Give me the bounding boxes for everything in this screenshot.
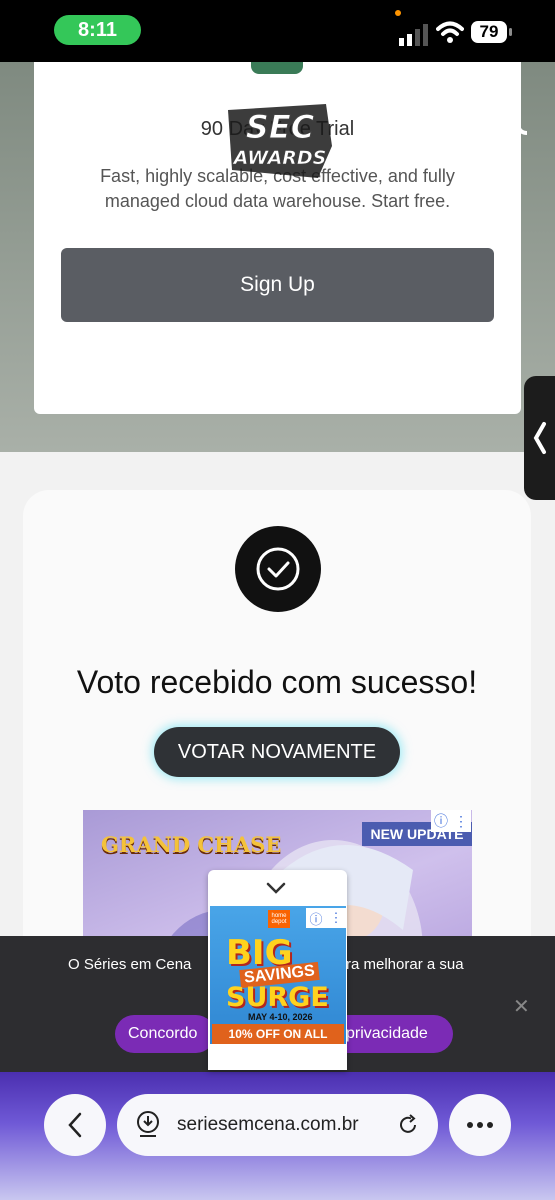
clock: 8:11 xyxy=(54,15,141,45)
tiktok-icon[interactable] xyxy=(505,124,531,152)
side-panel-tab[interactable] xyxy=(524,376,555,500)
recording-indicator xyxy=(395,10,401,16)
privacy-policy-button[interactable]: privacidade xyxy=(340,1015,453,1053)
ad-choices-icon[interactable]: ⓘ ⋮ xyxy=(431,810,471,832)
chevron-left-icon xyxy=(533,422,546,454)
sign-up-button[interactable]: Sign Up xyxy=(61,248,494,322)
collapse-ad-button[interactable] xyxy=(238,870,314,906)
chevron-down-icon xyxy=(266,882,286,894)
wifi-icon xyxy=(436,21,464,43)
status-bar: 8:11 79 xyxy=(0,0,555,62)
svg-text:AWARDS: AWARDS xyxy=(232,147,327,169)
more-icon xyxy=(467,1122,493,1128)
accept-cookies-button[interactable]: Concordo xyxy=(115,1015,215,1053)
ad-dates: MAY 4-10, 2026 xyxy=(248,1012,313,1022)
vote-success-message: Voto recebido com sucesso! xyxy=(76,664,478,700)
instagram-icon[interactable] xyxy=(470,124,496,152)
svg-text:SEC: SEC xyxy=(246,108,315,146)
url-text[interactable]: seriesemcena.com.br xyxy=(177,1114,359,1136)
cellular-signal-icon xyxy=(399,24,428,46)
check-icon xyxy=(235,526,321,612)
site-logo[interactable]: SEC AWARDS xyxy=(222,100,338,180)
cookie-text-left: O Séries em Cena xyxy=(68,956,192,973)
ad-offer: 10% OFF ON ALL xyxy=(212,1024,344,1044)
cookie-text-right: ra melhorar a sua xyxy=(346,956,464,973)
vote-again-button[interactable]: VOTAR NOVAMENTE xyxy=(154,727,400,777)
more-options-button[interactable] xyxy=(449,1094,511,1156)
battery-tip xyxy=(509,28,512,36)
download-icon[interactable] xyxy=(136,1110,160,1138)
hamburger-menu-icon[interactable] xyxy=(38,124,76,154)
reload-icon[interactable] xyxy=(397,1114,419,1136)
chevron-left-icon xyxy=(68,1112,82,1138)
ad-headline-surge: SURGE xyxy=(226,982,329,1013)
brand-logo: home depot xyxy=(268,910,290,928)
back-button[interactable] xyxy=(44,1094,106,1156)
x-icon[interactable] xyxy=(432,124,460,152)
ad-logo xyxy=(251,62,303,74)
close-icon[interactable]: ✕ xyxy=(513,994,530,1019)
battery-level: 79 xyxy=(471,21,507,43)
floating-ad-choices-icon[interactable]: ⓘ ⋮ xyxy=(306,908,346,928)
